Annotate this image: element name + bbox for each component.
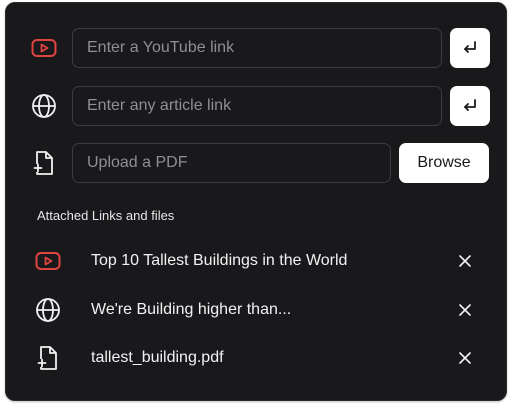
remove-attachment-button[interactable] — [455, 348, 475, 368]
pdf-upload-input[interactable]: Upload a PDF — [72, 143, 391, 183]
youtube-link-placeholder: Enter a YouTube link — [87, 39, 235, 56]
attachments-heading: Attached Links and files — [37, 208, 175, 223]
close-icon — [459, 352, 471, 364]
submit-article-button[interactable] — [450, 86, 490, 126]
article-link-placeholder: Enter any article link — [87, 97, 232, 114]
link-upload-panel: Enter a YouTube link Enter any article l… — [5, 2, 507, 401]
file-plus-icon — [35, 345, 61, 371]
enter-icon — [464, 99, 476, 111]
article-link-input[interactable]: Enter any article link — [72, 86, 442, 126]
youtube-link-input[interactable]: Enter a YouTube link — [72, 28, 442, 68]
browse-button[interactable]: Browse — [399, 143, 489, 183]
close-icon — [459, 255, 471, 267]
pdf-upload-placeholder: Upload a PDF — [87, 154, 188, 171]
file-plus-icon — [31, 150, 57, 176]
globe-icon — [35, 297, 61, 323]
youtube-icon — [31, 35, 57, 61]
enter-icon — [464, 41, 476, 53]
submit-youtube-button[interactable] — [450, 28, 490, 68]
remove-attachment-button[interactable] — [455, 251, 475, 271]
close-icon — [459, 304, 471, 316]
attachment-label: tallest_building.pdf — [91, 349, 224, 366]
globe-icon — [31, 93, 57, 119]
attachment-label: Top 10 Tallest Buildings in the World — [91, 252, 348, 269]
youtube-icon — [35, 248, 61, 274]
remove-attachment-button[interactable] — [455, 300, 475, 320]
attachment-label: We're Building higher than... — [91, 301, 292, 318]
